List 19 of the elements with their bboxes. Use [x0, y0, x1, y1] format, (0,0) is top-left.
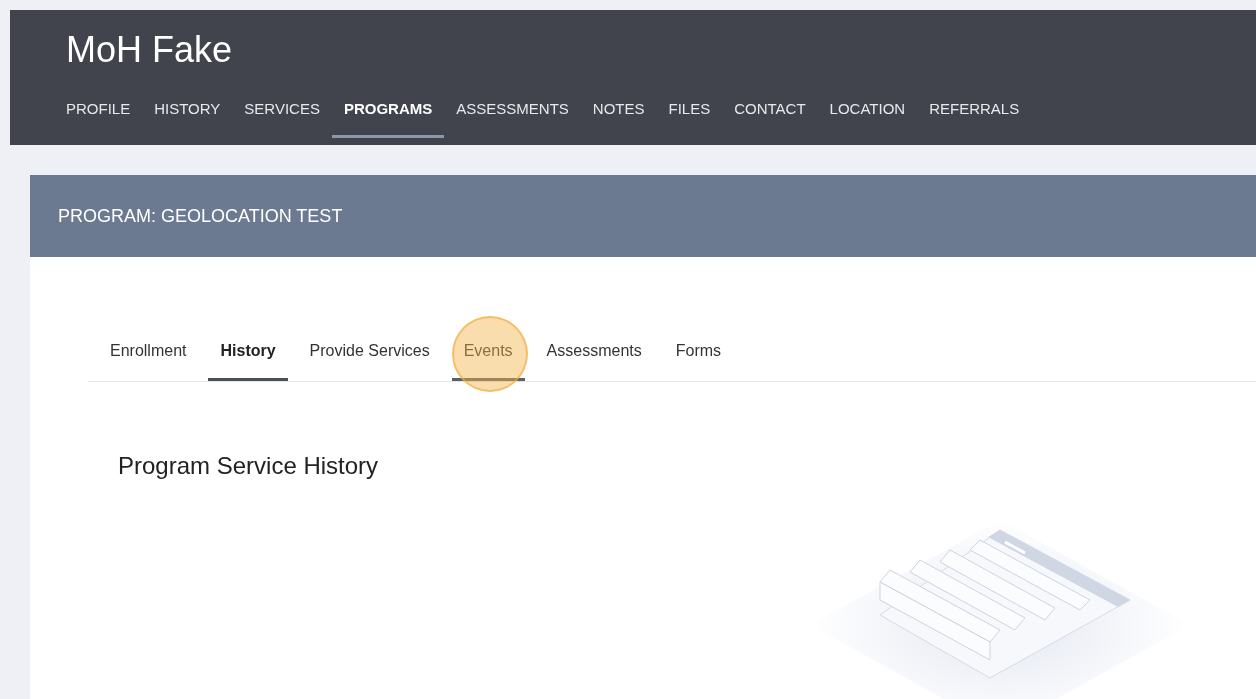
nav-tab[interactable]: CONTACT	[722, 100, 818, 138]
program-tab[interactable]: Forms	[663, 342, 734, 381]
program-tab[interactable]: Provide Services	[297, 342, 442, 381]
section-heading: Program Service History	[118, 452, 380, 480]
nav-tab[interactable]: SERVICES	[232, 100, 332, 138]
nav-tab[interactable]: PROGRAMS	[331, 100, 445, 138]
nav-tab[interactable]: LOCATION	[817, 100, 918, 138]
program-title: PROGRAM: GEOLOCATION TEST	[58, 205, 343, 227]
app-title: MoH Fake	[66, 30, 234, 70]
program-tab[interactable]: Events	[451, 342, 525, 381]
nav-tab[interactable]: HISTORY	[142, 100, 233, 138]
program-tab[interactable]: Enrollment	[98, 342, 199, 381]
nav-tab[interactable]: REFERRALS	[917, 100, 1032, 138]
nav-tab[interactable]: PROFILE	[54, 100, 143, 138]
program-tab[interactable]: Assessments	[534, 342, 654, 381]
nav-tab[interactable]: NOTES	[580, 100, 657, 138]
program-tab[interactable]: History	[208, 342, 288, 381]
nav-tab[interactable]: FILES	[656, 100, 723, 138]
nav-tab[interactable]: ASSESSMENTS	[444, 100, 581, 138]
